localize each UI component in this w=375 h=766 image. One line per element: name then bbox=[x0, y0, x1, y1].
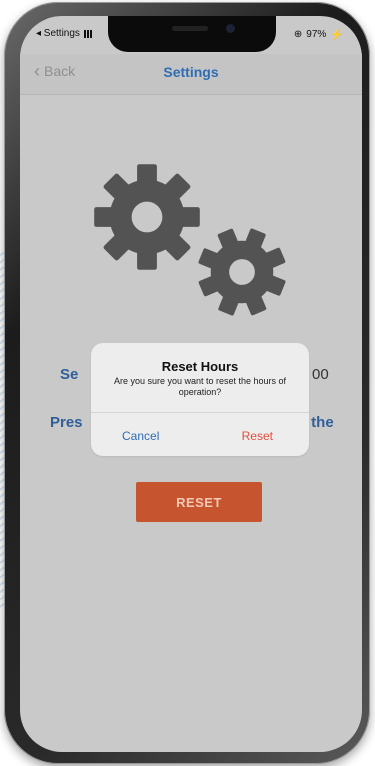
hours-label-partial: Se bbox=[60, 366, 79, 383]
signal-icon bbox=[83, 29, 94, 38]
navigation-bar: ‹ Back Settings bbox=[20, 54, 362, 95]
status-right: ⊕ 97% ⚡ bbox=[294, 28, 344, 41]
hours-value-partial: 00 bbox=[312, 366, 329, 383]
front-camera bbox=[226, 24, 235, 33]
reset-alert-dialog: Reset Hours Are you sure you want to res… bbox=[91, 343, 309, 456]
location-icon: ⊕ bbox=[293, 29, 303, 40]
alert-divider bbox=[91, 412, 309, 413]
device-notch bbox=[108, 16, 276, 52]
alert-message: Are you sure you want to reset the hours… bbox=[113, 376, 287, 397]
phone-frame: ◂ Settings ⊕ 97% ⚡ ‹ Back Settings Se 00… bbox=[4, 2, 370, 764]
alert-cancel-button[interactable]: Cancel bbox=[122, 429, 159, 443]
return-app-label[interactable]: ◂ Settings bbox=[36, 28, 80, 39]
charging-icon: ⚡ bbox=[330, 29, 344, 41]
gear-large-icon bbox=[94, 164, 200, 270]
page-title: Settings bbox=[163, 64, 219, 80]
app-screen: ◂ Settings ⊕ 97% ⚡ ‹ Back Settings Se 00… bbox=[20, 16, 362, 752]
status-left: ◂ Settings bbox=[36, 28, 94, 39]
instruction-text-left: Pres bbox=[50, 414, 83, 431]
alert-title: Reset Hours bbox=[161, 359, 239, 374]
gear-small-icon bbox=[198, 228, 286, 316]
speaker-grille bbox=[172, 26, 208, 31]
alert-reset-button[interactable]: Reset bbox=[242, 429, 273, 443]
reset-hours-button[interactable]: RESET bbox=[136, 482, 262, 522]
battery-percent: 97% bbox=[306, 29, 327, 40]
